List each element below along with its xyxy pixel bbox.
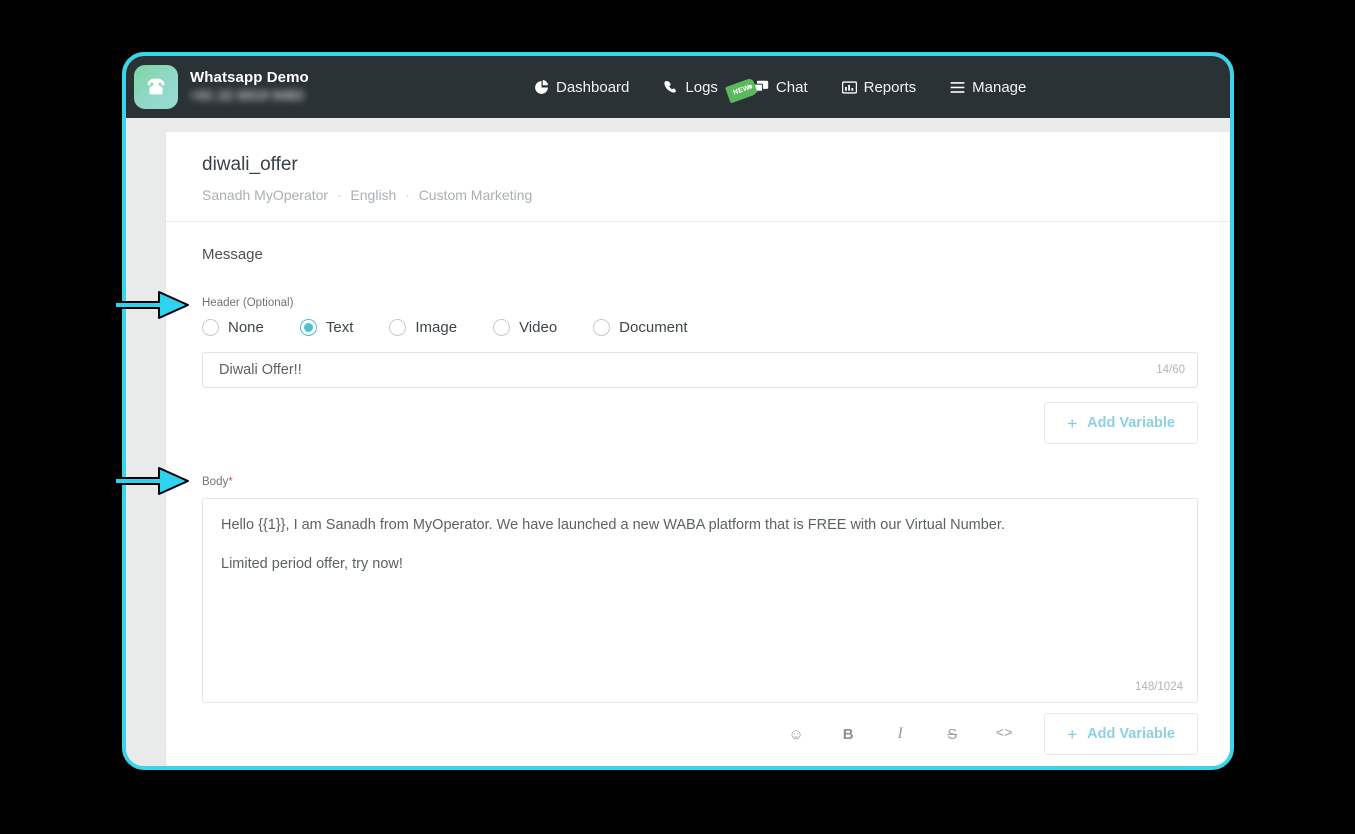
body-format-toolbar: ☺ B I S <> + Add Variable	[202, 713, 1198, 755]
page-body: diwali_offer Sanadh MyOperator · English…	[126, 118, 1230, 770]
radio-indicator[interactable]	[593, 319, 610, 336]
body-label-text: Body	[202, 476, 228, 488]
radio-label: None	[228, 319, 264, 336]
new-badge: NEW	[725, 77, 758, 103]
nav-item-label: Logs	[685, 79, 718, 96]
italic-button[interactable]: I	[874, 713, 926, 755]
header-input-value: Diwali Offer!!	[219, 362, 302, 378]
pie-chart-icon	[534, 80, 549, 95]
header-add-variable-button[interactable]: + Add Variable	[1044, 402, 1198, 444]
body-textarea[interactable]: Hello {{1}}, I am Sanadh from MyOperator…	[202, 498, 1198, 703]
nav-item-logs[interactable]: Logs	[663, 79, 718, 96]
nav-item-label: Dashboard	[556, 79, 629, 96]
meta-separator: ·	[337, 188, 341, 203]
radio-option-none[interactable]: None	[202, 319, 264, 336]
header-text-input[interactable]: Diwali Offer!! 14/60	[202, 352, 1198, 388]
header-char-counter: 14/60	[1156, 364, 1185, 376]
radio-label: Video	[519, 319, 557, 336]
brand-phone-redacted: +91 22 6919 9483	[190, 88, 309, 104]
nav-item-chat[interactable]: NEW Chat	[752, 79, 808, 96]
nav-item-dashboard[interactable]: Dashboard	[534, 79, 629, 96]
body-line: Limited period offer, try now!	[221, 554, 1179, 576]
nav-item-label: Reports	[864, 79, 917, 96]
template-card: diwali_offer Sanadh MyOperator · English…	[166, 132, 1230, 770]
top-navbar: Whatsapp Demo +91 22 6919 9483 Dashboard	[126, 56, 1230, 118]
meta-language: English	[350, 187, 396, 203]
meta-category: Custom Marketing	[419, 187, 533, 203]
body-add-variable-button[interactable]: + Add Variable	[1044, 713, 1198, 755]
meta-account: Sanadh MyOperator	[202, 187, 328, 203]
radio-indicator[interactable]	[202, 319, 219, 336]
nav-menu: Dashboard Logs NEW	[534, 56, 1026, 118]
app-window: Whatsapp Demo +91 22 6919 9483 Dashboard	[122, 52, 1234, 770]
body-field-label: Body*	[202, 476, 1198, 488]
header-tool-row: + Add Variable	[202, 402, 1198, 444]
body-block: Body* Hello {{1}}, I am Sanadh from MyOp…	[202, 476, 1198, 755]
nav-item-label: Manage	[972, 79, 1026, 96]
add-variable-label: Add Variable	[1087, 415, 1175, 431]
code-button[interactable]: <>	[978, 713, 1030, 755]
add-variable-label: Add Variable	[1087, 726, 1175, 742]
hamburger-icon	[950, 81, 965, 94]
radio-label: Image	[415, 319, 457, 336]
nav-item-manage[interactable]: Manage	[950, 79, 1026, 96]
telephone-icon	[134, 65, 178, 109]
plus-icon: +	[1067, 415, 1077, 432]
header-type-radio-group: None Text Image Video	[202, 319, 1198, 336]
card-header: diwali_offer Sanadh MyOperator · English…	[166, 132, 1230, 222]
body-char-counter: 148/1024	[1135, 681, 1183, 693]
header-field-label: Header (Optional)	[202, 297, 1198, 309]
brand-text: Whatsapp Demo +91 22 6919 9483	[190, 70, 309, 103]
meta-separator: ·	[405, 188, 409, 203]
emoji-icon[interactable]: ☺	[770, 713, 822, 755]
nav-item-label: Chat	[776, 79, 808, 96]
page-title: diwali_offer	[202, 154, 1198, 176]
bold-button[interactable]: B	[822, 713, 874, 755]
radio-indicator[interactable]	[389, 319, 406, 336]
radio-indicator-selected[interactable]	[300, 319, 317, 336]
radio-indicator[interactable]	[493, 319, 510, 336]
radio-option-text[interactable]: Text	[300, 319, 354, 336]
radio-label: Text	[326, 319, 354, 336]
radio-option-document[interactable]: Document	[593, 319, 687, 336]
bar-chart-icon	[842, 80, 857, 95]
nav-item-reports[interactable]: Reports	[842, 79, 917, 96]
required-asterisk: *	[228, 476, 232, 488]
breadcrumb: Sanadh MyOperator · English · Custom Mar…	[202, 187, 1198, 203]
strikethrough-button[interactable]: S	[926, 713, 978, 755]
plus-icon: +	[1067, 726, 1077, 743]
body-line: Hello {{1}}, I am Sanadh from MyOperator…	[221, 515, 1179, 537]
brand-name: Whatsapp Demo	[190, 70, 309, 87]
radio-label: Document	[619, 319, 687, 336]
brand-block[interactable]: Whatsapp Demo +91 22 6919 9483	[134, 65, 309, 109]
message-section: Message Header (Optional) None Text Imag…	[166, 222, 1230, 770]
radio-option-video[interactable]: Video	[493, 319, 557, 336]
phone-icon	[663, 80, 678, 95]
radio-option-image[interactable]: Image	[389, 319, 457, 336]
message-heading: Message	[202, 246, 1198, 263]
